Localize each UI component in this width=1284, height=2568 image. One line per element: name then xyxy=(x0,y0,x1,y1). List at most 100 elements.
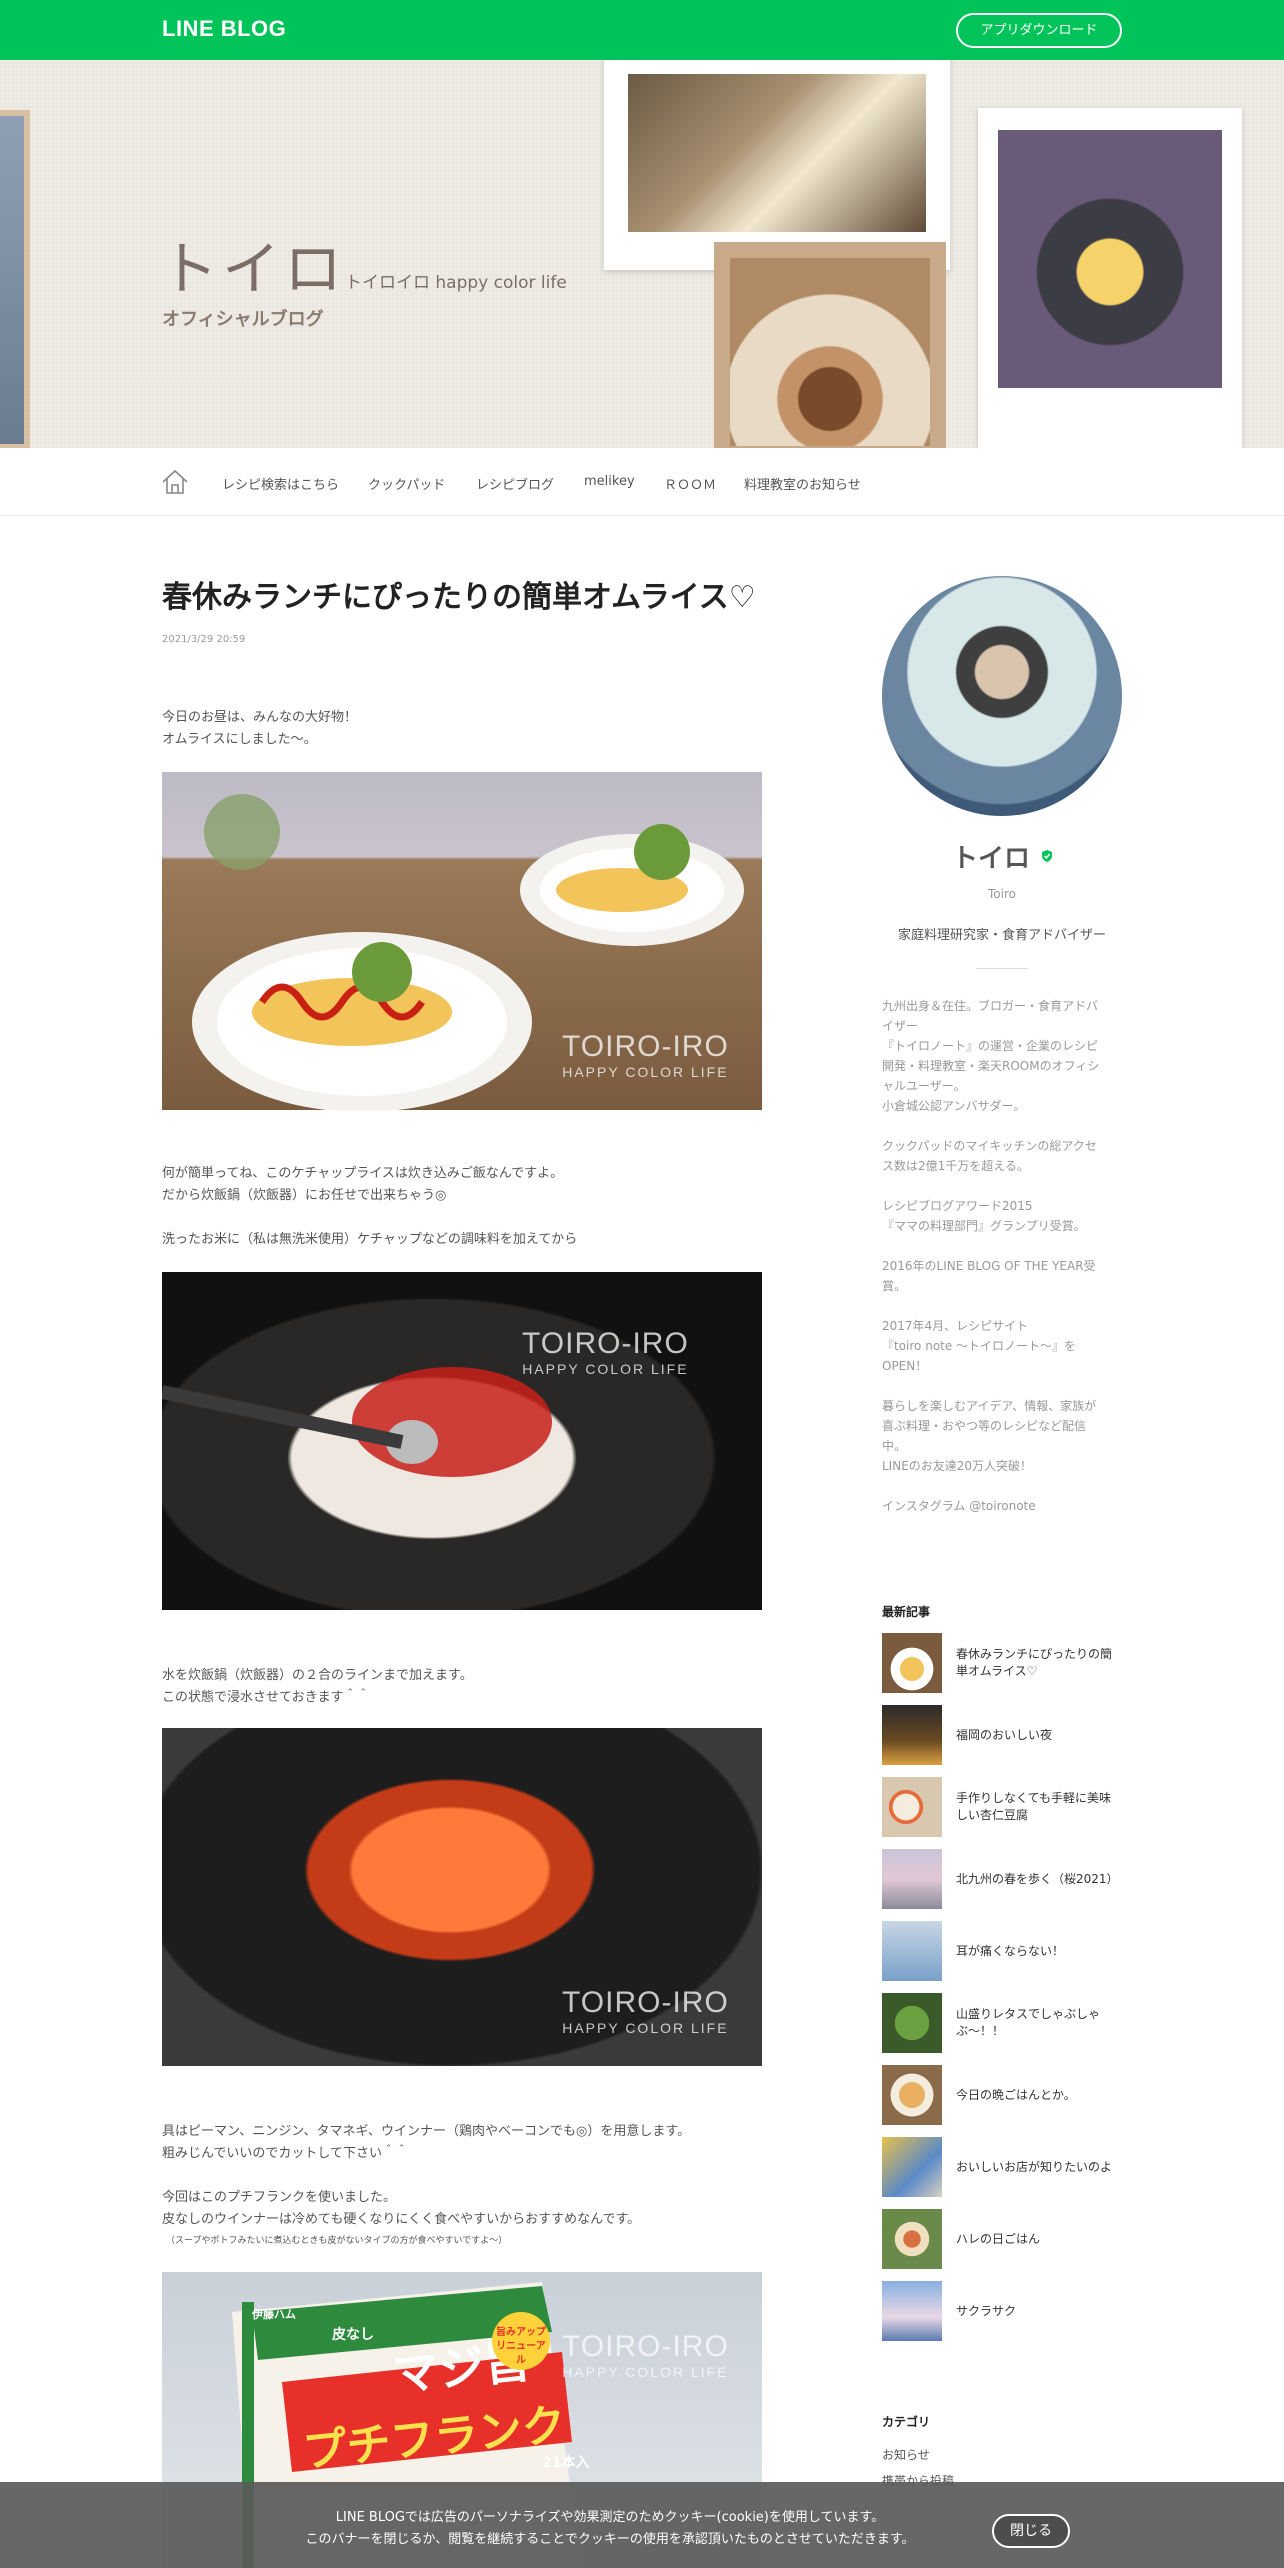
post-image-omurice: TOIRO-IRO HAPPY COLOR LIFE xyxy=(162,772,762,1110)
recent-post-item[interactable]: サクラサク xyxy=(882,2281,1122,2341)
nav-item-cookpad[interactable]: クックパッド xyxy=(368,474,445,493)
recent-post-title[interactable]: 福岡のおいしい夜 xyxy=(956,1705,1122,1765)
watermark-sub: HAPPY COLOR LIFE xyxy=(562,2364,729,2380)
recent-post-thumbnail[interactable] xyxy=(882,2281,942,2341)
profile-bio-line: 暮らしを楽しむアイデア、情報、家族が xyxy=(882,1399,1097,1413)
post-paragraph: 今回はこのプチフランクを使いました。 xyxy=(162,2190,397,2205)
recent-post-thumbnail[interactable] xyxy=(882,1705,942,1765)
watermark-main: TOIRO-IRO xyxy=(522,1327,689,1360)
recent-post-item[interactable]: おいしいお店が知りたいのよ xyxy=(882,2137,1122,2197)
line-blog-logo[interactable]: LINE BLOG xyxy=(162,16,286,42)
profile-bio-line: 2017年4月、レシピサイト xyxy=(882,1319,1029,1333)
recent-post-title[interactable]: サクラサク xyxy=(956,2281,1122,2341)
profile-bio-line: 開発・料理教室・楽天ROOMのオフィシ xyxy=(882,1059,1100,1073)
home-icon[interactable] xyxy=(160,468,190,496)
recent-post-item[interactable]: 山盛りレタスでしゃぶしゃぶ〜！！ xyxy=(882,1993,1122,2053)
recent-post-item[interactable]: 耳が痛くならない！ xyxy=(882,1921,1122,1981)
recent-post-thumbnail[interactable] xyxy=(882,1849,942,1909)
nav-item-recipe-search[interactable]: レシピ検索はこちら xyxy=(222,474,339,493)
watermark-main: TOIRO-IRO xyxy=(562,1030,729,1063)
recent-post-title[interactable]: 今日の晩ごはんとか。 xyxy=(956,2065,1122,2125)
recent-post-title[interactable]: 春休みランチにぴったりの簡単オムライス♡ xyxy=(956,1633,1122,1693)
recent-post-thumbnail[interactable] xyxy=(882,2137,942,2197)
category-item[interactable]: お知らせ xyxy=(882,2446,930,2463)
package-brand: 皮なし xyxy=(332,2327,374,2343)
verified-badge-icon xyxy=(1042,850,1052,862)
cookie-close-button[interactable]: 閉じる xyxy=(992,2514,1070,2548)
package-maker: 伊藤ハム xyxy=(252,2308,296,2321)
blog-title[interactable]: トイロ xyxy=(160,222,346,306)
profile-bio-line: 中。 xyxy=(882,1439,907,1453)
watermark-main: TOIRO-IRO xyxy=(562,2330,729,2363)
recent-post-thumbnail[interactable] xyxy=(882,2209,942,2269)
recent-post-title[interactable]: 山盛りレタスでしゃぶしゃぶ〜！！ xyxy=(956,1993,1122,2053)
recent-post-title[interactable]: 耳が痛くならない！ xyxy=(956,1921,1122,1981)
recent-post-thumbnail[interactable] xyxy=(882,1777,942,1837)
recent-post-thumbnail[interactable] xyxy=(882,1993,942,2053)
official-blog-label: オフィシャルブログ xyxy=(162,309,324,330)
blog-header: トイロ トイロイロ happy color life オフィシャルブログ xyxy=(0,60,1284,448)
profile-bio-line: 『ママの料理部門』グランプリ受賞。 xyxy=(882,1219,1086,1233)
profile-bio-line: LINEのお友達20万人突破！ xyxy=(882,1459,1033,1473)
recent-post-title[interactable]: おいしいお店が知りたいのよ xyxy=(956,2137,1122,2197)
cookie-banner: LINE BLOGでは広告のパーソナライズや効果測定のためクッキー(cookie… xyxy=(0,2482,1284,2568)
post-title[interactable]: 春休みランチにぴったりの簡単オムライス♡ xyxy=(162,572,756,616)
package-badge: 旨みアップ リニューアル xyxy=(492,2312,550,2370)
watermark-sub: HAPPY COLOR LIFE xyxy=(522,1361,689,1377)
recent-post-thumbnail[interactable] xyxy=(882,1633,942,1693)
post-paragraph: 水を炊飯鍋（炊飯器）の２合のラインまで加えます。 xyxy=(162,1668,473,1683)
app-download-button[interactable]: アプリダウンロード xyxy=(956,13,1122,48)
recent-post-item[interactable]: 北九州の春を歩く（桜2021） xyxy=(882,1849,1122,1909)
recent-post-item[interactable]: 手作りしなくても手軽に美味しい杏仁豆腐 xyxy=(882,1777,1122,1837)
recent-post-title[interactable]: 北九州の春を歩く（桜2021） xyxy=(956,1849,1122,1909)
post-date: 2021/3/29 20:59 xyxy=(162,634,246,645)
cookie-message-line2: このバナーを閉じるか、閲覧を継続することでクッキーの使用を承認頂いたものとさせて… xyxy=(305,2532,915,2547)
profile-avatar[interactable] xyxy=(882,576,1122,816)
recent-post-item[interactable]: 今日の晩ごはんとか。 xyxy=(882,2065,1122,2125)
recent-post-item[interactable]: 春休みランチにぴったりの簡単オムライス♡ xyxy=(882,1633,1122,1693)
instagram-link[interactable]: インスタグラム @toironote xyxy=(882,1496,1036,1516)
top-bar: LINE BLOG アプリダウンロード xyxy=(0,0,1284,60)
profile-bio-line: ャルユーザー。 xyxy=(882,1079,966,1093)
categories-heading: カテゴリ xyxy=(882,2415,931,2429)
profile-bio-line: 小倉城公認アンバサダー。 xyxy=(882,1099,1026,1113)
profile-bio-line: 九州出身＆在住。ブロガー・食育アドバ xyxy=(882,999,1099,1013)
nav-item-melikey[interactable]: melikey xyxy=(584,474,635,489)
watermark-sub: HAPPY COLOR LIFE xyxy=(562,2020,729,2036)
profile-name[interactable]: トイロ xyxy=(952,838,1030,875)
post-paragraph: 何が簡単ってね、このケチャップライスは炊き込みご飯なんですよ。 xyxy=(162,1166,564,1181)
header-photo-bagel xyxy=(714,242,946,448)
post-image-rice-pot: TOIRO-IRO HAPPY COLOR LIFE xyxy=(162,1272,762,1610)
recent-post-item[interactable]: ハレの日ごはん xyxy=(882,2209,1122,2269)
profile-role: 家庭料理研究家・食育アドバイザー xyxy=(897,928,1106,943)
profile-bio-line: OPEN！ xyxy=(882,1359,928,1373)
header-photo-left xyxy=(0,110,30,448)
profile-bio-line: 『toiro note 〜トイロノート〜』を xyxy=(882,1339,1077,1353)
profile-divider xyxy=(976,968,1028,969)
profile-bio-line: 2016年のLINE BLOG OF THE YEAR受 xyxy=(882,1259,1096,1273)
watermark-main: TOIRO-IRO xyxy=(562,1986,729,2019)
nav-item-room[interactable]: ＲＯＯＭ xyxy=(664,474,716,493)
post-paragraph: 洗ったお米に（私は無洗米使用）ケチャップなどの調味料を加えてから xyxy=(162,1232,578,1247)
recent-post-title[interactable]: ハレの日ごはん xyxy=(956,2209,1122,2269)
watermark-sub: HAPPY COLOR LIFE xyxy=(562,1064,729,1080)
profile-bio-line: 喜ぶ料理・おやつ等のレシピなど配信 xyxy=(882,1419,1087,1433)
nav-item-cooking-class[interactable]: 料理教室のお知らせ xyxy=(744,474,861,493)
post-paragraph: 皮なしのウインナーは冷めても硬くなりにくく食べやすいからおすすめなんです。 xyxy=(162,2212,641,2227)
recent-post-thumbnail[interactable] xyxy=(882,2065,942,2125)
blog-subtitle: トイロイロ happy color life xyxy=(345,273,567,293)
profile-bio-line: イザー xyxy=(882,1019,919,1033)
profile-bio-line: 『トイロノート』の運営・企業のレシピ xyxy=(882,1039,1099,1053)
post-paragraph: だから炊飯鍋（炊飯器）にお任せで出来ちゃう◎ xyxy=(162,1188,447,1203)
package-count: 21本入 xyxy=(542,2455,590,2471)
recent-post-thumbnail[interactable] xyxy=(882,1921,942,1981)
post-paragraph-note: （スープやポトフみたいに煮込むときも皮がないタイプの方が食べやすいですよ〜） xyxy=(166,2236,508,2246)
profile-bio-line: クックパッドのマイキッチンの総アクセ xyxy=(882,1139,1097,1153)
recent-post-title[interactable]: 手作りしなくても手軽に美味しい杏仁豆腐 xyxy=(956,1777,1122,1837)
nav-item-recipe-blog[interactable]: レシピブログ xyxy=(476,474,554,493)
header-photo-jars xyxy=(604,60,950,270)
post-paragraph: この状態で浸水させておきます＾＾ xyxy=(162,1690,370,1705)
profile-bio-line: ス数は2億1千万を超える。 xyxy=(882,1159,1029,1173)
header-photo-omurice xyxy=(978,108,1242,448)
recent-post-item[interactable]: 福岡のおいしい夜 xyxy=(882,1705,1122,1765)
